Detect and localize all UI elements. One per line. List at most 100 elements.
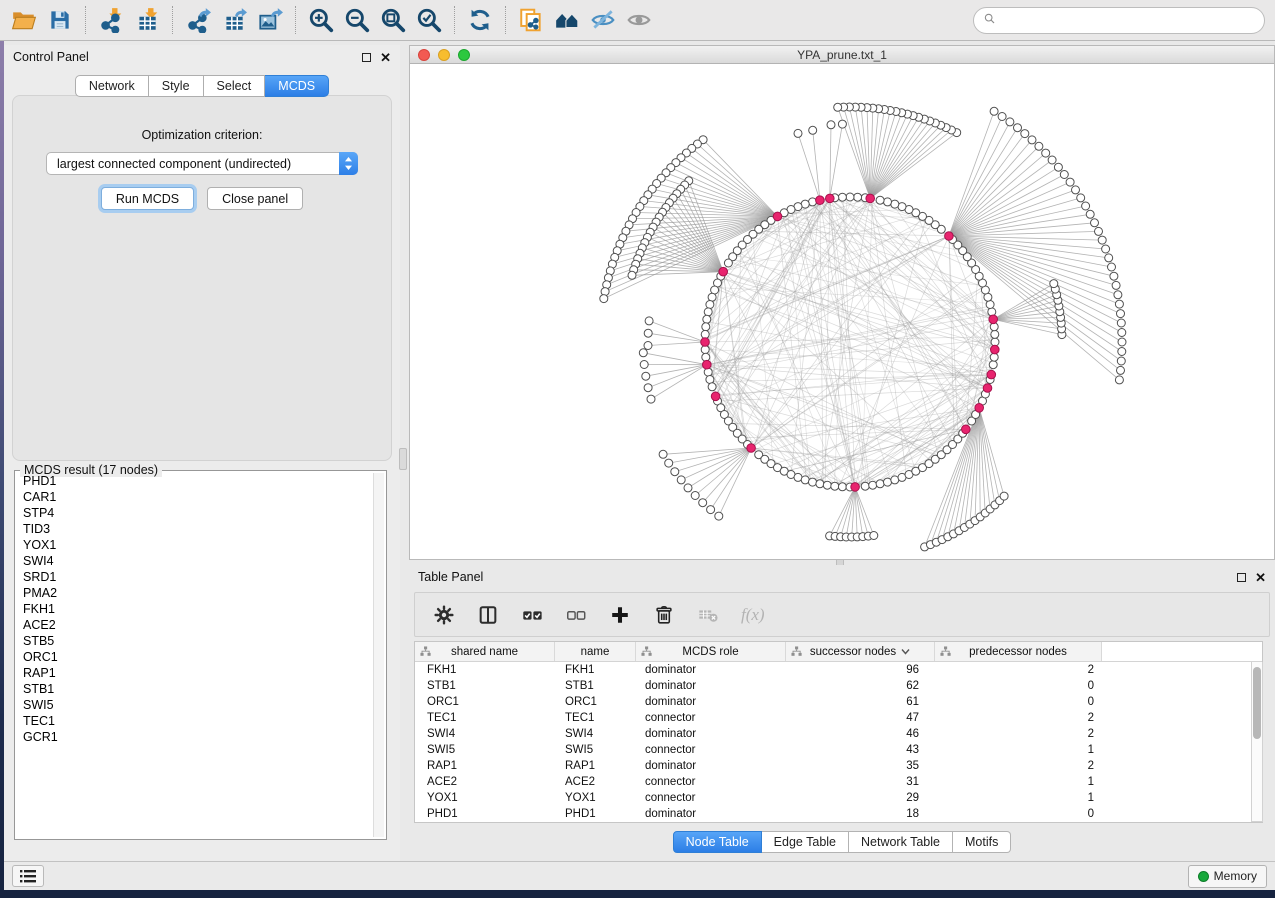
- table-row[interactable]: PHD1 PHD1 dominator 18 0: [415, 806, 1262, 822]
- table-row[interactable]: RAP1 RAP1 dominator 35 2: [415, 758, 1262, 774]
- toolbar-button-hide-selected[interactable]: [585, 4, 621, 36]
- mcds-node-item[interactable]: FKH1: [17, 601, 373, 617]
- mcds-node-item[interactable]: CAR1: [17, 489, 373, 505]
- table-toolbar-settings-button[interactable]: [433, 604, 455, 626]
- toolbar-separator: [85, 6, 86, 34]
- toolbar-button-export-image[interactable]: [252, 4, 288, 36]
- mcds-tab-content: Optimization criterion: largest connecte…: [12, 95, 392, 461]
- network-canvas[interactable]: [410, 64, 1274, 559]
- mcds-node-item[interactable]: PMA2: [17, 585, 373, 601]
- mcds-result-list: PHD1CAR1STP4TID3YOX1SWI4SRD1PMA2FKH1ACE2…: [17, 473, 373, 837]
- toolbar-button-import-network[interactable]: [93, 4, 129, 36]
- toolbar-button-export-table[interactable]: [216, 4, 252, 36]
- search-input[interactable]: [1006, 13, 1254, 28]
- toolbar-button-import-table[interactable]: [129, 4, 165, 36]
- select-all-icon: [521, 604, 543, 626]
- toolbar-separator: [454, 6, 455, 34]
- run-mcds-button[interactable]: Run MCDS: [101, 187, 194, 210]
- close-table-panel-icon[interactable]: ✕: [1255, 573, 1266, 582]
- tab-network-table[interactable]: Network Table: [849, 831, 953, 853]
- function-icon: f(x): [741, 605, 765, 625]
- mcds-node-item[interactable]: SWI4: [17, 553, 373, 569]
- table-row[interactable]: TEC1 TEC1 connector 47 2: [415, 710, 1262, 726]
- export-image-icon: [257, 7, 283, 33]
- mcds-list-scrollbar[interactable]: [373, 473, 384, 837]
- column-header-successor-nodes[interactable]: successor nodes: [786, 642, 935, 661]
- tab-network[interactable]: Network: [75, 75, 149, 97]
- column-header-predecessor-nodes[interactable]: predecessor nodes: [935, 642, 1102, 661]
- table-toolbar-deselect-all-button[interactable]: [565, 604, 587, 626]
- mcds-node-item[interactable]: ACE2: [17, 617, 373, 633]
- toolbar-button-zoom-selected[interactable]: [411, 4, 447, 36]
- toolbar-button-save[interactable]: [42, 4, 78, 36]
- network-title: YPA_prune.txt_1: [410, 48, 1274, 62]
- search-box[interactable]: [973, 7, 1265, 34]
- import-network-icon: [98, 7, 124, 33]
- hide-selected-icon: [590, 7, 616, 33]
- memory-button[interactable]: Memory: [1188, 865, 1267, 888]
- tab-select[interactable]: Select: [204, 75, 266, 97]
- vertical-splitter[interactable]: [399, 448, 407, 470]
- main-toolbar: [0, 0, 1275, 41]
- table-row[interactable]: SWI5 SWI5 connector 43 1: [415, 742, 1262, 758]
- toolbar-button-open-folder[interactable]: [6, 4, 42, 36]
- table-row[interactable]: FKH1 FKH1 dominator 96 2: [415, 662, 1262, 678]
- toolbar-button-first-neighbors[interactable]: [549, 4, 585, 36]
- task-history-button[interactable]: [12, 865, 44, 887]
- float-panel-icon[interactable]: [362, 53, 371, 62]
- mcds-node-item[interactable]: SWI5: [17, 697, 373, 713]
- table-toolbar-add-button[interactable]: [609, 604, 631, 626]
- tab-style[interactable]: Style: [149, 75, 204, 97]
- table-row[interactable]: ACE2 ACE2 connector 31 1: [415, 774, 1262, 790]
- table-scrollbar-thumb[interactable]: [1253, 667, 1261, 739]
- toolbar-button-zoom-out[interactable]: [339, 4, 375, 36]
- control-panel-title: Control Panel: [13, 50, 89, 64]
- zoom-selected-icon: [416, 7, 442, 33]
- table-panel: Table Panel ✕ f(x) shared namenameMCDS r…: [409, 565, 1275, 858]
- table-toolbar-select-all-button[interactable]: [521, 604, 543, 626]
- tab-motifs[interactable]: Motifs: [953, 831, 1011, 853]
- mcds-node-item[interactable]: SRD1: [17, 569, 373, 585]
- control-panel-tabs: NetworkStyleSelectMCDS: [4, 75, 400, 97]
- export-table-icon: [221, 7, 247, 33]
- table-row[interactable]: STB1 STB1 dominator 62 0: [415, 678, 1262, 694]
- table-row[interactable]: YOX1 YOX1 connector 29 1: [415, 790, 1262, 806]
- close-panel-button[interactable]: Close panel: [207, 187, 303, 210]
- table-scrollbar[interactable]: [1251, 662, 1263, 822]
- column-header-shared-name[interactable]: shared name: [415, 642, 555, 661]
- column-header-filler: [1102, 642, 1262, 661]
- mcds-node-item[interactable]: PHD1: [17, 473, 373, 489]
- add-icon: [609, 604, 631, 626]
- criterion-select[interactable]: largest connected component (undirected): [46, 152, 358, 175]
- table-toolbar-delete-button[interactable]: [653, 604, 675, 626]
- table-toolbar-columns-button[interactable]: [477, 604, 499, 626]
- mcds-node-item[interactable]: STB5: [17, 633, 373, 649]
- toolbar-button-zoom-fit[interactable]: [375, 4, 411, 36]
- toolbar-button-show-all[interactable]: [621, 4, 657, 36]
- table-row[interactable]: SWI4 SWI4 dominator 46 2: [415, 726, 1262, 742]
- mcds-node-item[interactable]: TID3: [17, 521, 373, 537]
- toolbar-button-zoom-in[interactable]: [303, 4, 339, 36]
- float-table-panel-icon[interactable]: [1237, 573, 1246, 582]
- mcds-node-item[interactable]: GCR1: [17, 729, 373, 745]
- toolbar-button-export-network[interactable]: [180, 4, 216, 36]
- column-header-name[interactable]: name: [555, 642, 636, 661]
- close-panel-icon[interactable]: ✕: [380, 53, 391, 62]
- tab-mcds[interactable]: MCDS: [265, 75, 329, 97]
- toolbar-button-refresh[interactable]: [462, 4, 498, 36]
- mcds-node-item[interactable]: ORC1: [17, 649, 373, 665]
- mcds-node-item[interactable]: YOX1: [17, 537, 373, 553]
- attribute-type-icon: [420, 646, 431, 657]
- tab-edge-table[interactable]: Edge Table: [762, 831, 849, 853]
- toolbar-separator: [295, 6, 296, 34]
- mcds-node-item[interactable]: STB1: [17, 681, 373, 697]
- tab-node-table[interactable]: Node Table: [673, 831, 762, 853]
- mcds-node-item[interactable]: STP4: [17, 505, 373, 521]
- attribute-type-icon: [791, 646, 802, 657]
- table-row[interactable]: ORC1 ORC1 dominator 61 0: [415, 694, 1262, 710]
- delete-table-icon: [697, 604, 719, 626]
- column-header-MCDS-role[interactable]: MCDS role: [636, 642, 786, 661]
- mcds-node-item[interactable]: TEC1: [17, 713, 373, 729]
- toolbar-button-copy-network[interactable]: [513, 4, 549, 36]
- mcds-node-item[interactable]: RAP1: [17, 665, 373, 681]
